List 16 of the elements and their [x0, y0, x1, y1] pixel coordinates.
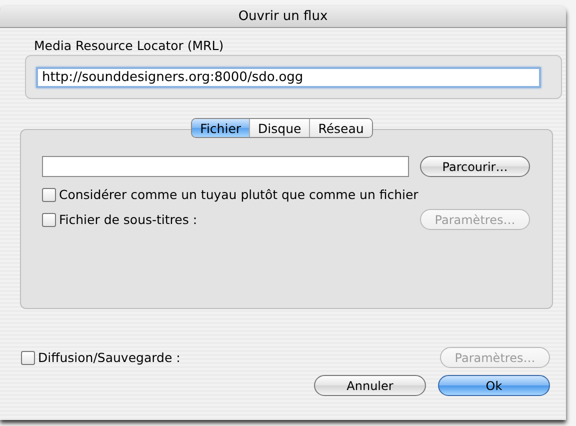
mrl-field[interactable]: http://sounddesigners.org:8000/sdo.ogg	[36, 66, 541, 88]
checkbox[interactable]	[42, 212, 56, 226]
cancel-button[interactable]: Annuler	[314, 375, 426, 396]
checkbox-label: Considérer comme un tuyau plutôt que comme un fichier	[59, 187, 418, 202]
checkbox[interactable]	[21, 350, 35, 364]
browse-button[interactable]: Parcourir…	[420, 156, 530, 177]
tab[interactable]: Fichier	[192, 119, 250, 137]
checkbox-label: Fichier de sous-titres :	[59, 212, 198, 227]
window-title: Ouvrir un flux	[0, 6, 566, 28]
file-path-field[interactable]	[42, 156, 409, 177]
tab[interactable]: Réseau	[309, 119, 372, 137]
checkbox[interactable]	[42, 188, 56, 202]
mrl-label: Media Resource Locator (MRL)	[34, 38, 225, 53]
tab[interactable]: Disque	[249, 119, 310, 137]
checkbox-label: Diffusion/Sauvegarde :	[38, 350, 180, 365]
ok-button[interactable]: Ok	[438, 375, 550, 396]
